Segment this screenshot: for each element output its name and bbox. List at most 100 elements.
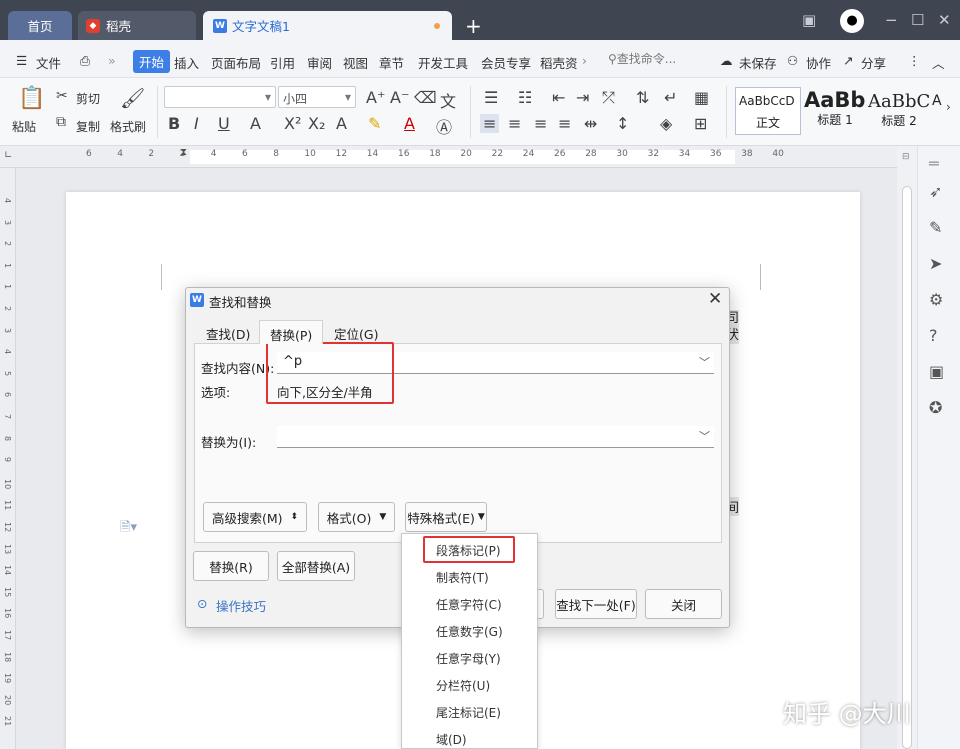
split-view-icon[interactable]: ⊟ (902, 152, 910, 162)
outdent-icon[interactable]: ⇤ (552, 88, 565, 107)
replace-all-button[interactable]: 全部替换(A) (277, 551, 355, 581)
style-heading-2[interactable]: AaBbC 标题 2 (867, 87, 931, 135)
table-icon[interactable]: ▦ (694, 88, 709, 107)
menu-reference[interactable]: 引用 (270, 53, 295, 72)
command-search[interactable]: ⚲查找命令... (608, 50, 676, 70)
menu-chapter[interactable]: 章节 (379, 53, 404, 72)
paragraph-handle-icon[interactable]: 🗎▾ (120, 518, 137, 540)
subscript-icon[interactable]: X₂ (308, 114, 325, 133)
dialog-close-icon[interactable]: ✕ (708, 289, 722, 309)
badge-icon[interactable]: ✪ (929, 398, 942, 417)
replace-input[interactable]: ﹀ (277, 426, 714, 448)
shading-icon[interactable]: ◈ (660, 114, 672, 133)
menu-developer[interactable]: 开发工具 (418, 53, 468, 72)
tab-document[interactable]: W 文字文稿1 (203, 11, 452, 40)
text-effect-icon[interactable]: A (336, 114, 347, 133)
replace-history-chevron-icon[interactable]: ﹀ (699, 428, 710, 444)
cut-icon[interactable]: ✂ (56, 88, 68, 104)
menu-member[interactable]: 会员专享 (481, 53, 531, 72)
avatar[interactable]: ● (840, 9, 864, 33)
menu-item-endnote-mark[interactable]: 尾注标记(E) (436, 704, 501, 721)
new-tab-icon[interactable]: + (465, 14, 482, 38)
menu-file[interactable]: 文件 (36, 53, 61, 72)
menu-item-tab[interactable]: 制表符(T) (436, 569, 489, 586)
cursor-icon[interactable]: ➤ (929, 254, 942, 273)
tab-stop-icon[interactable]: ∟ (4, 150, 12, 161)
format-painter-icon[interactable]: 🖌 (120, 86, 145, 110)
number-list-icon[interactable]: ☷ (518, 88, 532, 107)
tab-home[interactable]: 首页 (8, 11, 72, 40)
align-center-icon[interactable]: ≡ (508, 114, 521, 133)
vertical-ruler[interactable]: 4 3 2 1 1 2 3 4 5 6 7 8 9 10 11 12 13 14 15 16 17 18 19 20 21 (0, 168, 16, 749)
scrollbar-thumb[interactable] (902, 186, 912, 749)
save-icon[interactable]: ⎙ (80, 53, 90, 69)
menu-item-any-digit[interactable]: 任意数字(G) (436, 623, 503, 640)
underline-icon[interactable]: U (218, 114, 230, 133)
copy-label[interactable]: 复制 (76, 118, 100, 135)
sort-icon[interactable]: ⇅ (636, 88, 649, 107)
menu-item-any-char[interactable]: 任意字符(C) (436, 596, 502, 613)
share-button[interactable]: 分享 (861, 53, 886, 72)
menu-scroll-icon[interactable]: › (582, 53, 587, 68)
menu-layout[interactable]: 页面布局 (211, 53, 261, 72)
menu-review[interactable]: 审阅 (307, 53, 332, 72)
style-next[interactable]: A (932, 87, 944, 135)
sliders-icon[interactable]: ⚙ (929, 290, 943, 309)
indent-icon[interactable]: ⇥ (576, 88, 589, 107)
indent-marker-icon[interactable]: ⧗ (180, 147, 187, 158)
clear-format-icon[interactable]: ⌫ (414, 88, 437, 107)
font-name-combo[interactable]: ▾ (164, 86, 276, 108)
window-layout-icon[interactable]: ▣ (802, 11, 816, 29)
bold-icon[interactable]: B (168, 114, 180, 133)
help-icon[interactable]: ? (929, 326, 938, 345)
align-left-icon[interactable]: ≡ (480, 114, 500, 133)
line-spacing-icon[interactable]: ↕ (616, 114, 629, 133)
unsaved-status[interactable]: 未保存 (739, 53, 777, 72)
menu-view[interactable]: 视图 (343, 53, 368, 72)
align-right-icon[interactable]: ≡ (534, 114, 547, 133)
minimize-icon[interactable]: − (885, 11, 898, 29)
menu-insert[interactable]: 插入 (174, 53, 199, 72)
sidebar-drag-icon[interactable]: ═ (929, 154, 939, 173)
highlight-icon[interactable]: ✎ (368, 114, 381, 133)
justify-icon[interactable]: ≡ (558, 114, 571, 133)
rocket-icon[interactable]: ➶ (929, 182, 942, 201)
find-next-button[interactable]: 查找下一处(F) (555, 589, 637, 619)
tab-goto[interactable]: 定位(G) (324, 320, 388, 344)
find-history-chevron-icon[interactable]: ﹀ (699, 354, 710, 370)
phonetic-icon[interactable]: 文 (440, 88, 456, 112)
close-window-icon[interactable]: ✕ (938, 11, 951, 29)
advanced-search-button[interactable]: 高级搜索(M) ⬍ (203, 502, 307, 532)
border-icon[interactable]: ⊞ (694, 114, 707, 133)
paste-icon[interactable]: 📋 (18, 86, 45, 111)
cut-label[interactable]: 剪切 (76, 90, 100, 107)
menu-item-any-letter[interactable]: 任意字母(Y) (436, 650, 501, 667)
special-format-button[interactable]: 特殊格式(E) ▼ (405, 502, 487, 532)
menu-daoke[interactable]: 稻壳资 (540, 53, 578, 72)
bullet-list-icon[interactable]: ☰ (484, 88, 498, 107)
strikethrough-icon[interactable]: A (250, 114, 261, 133)
image-icon[interactable]: ▣ (929, 362, 944, 381)
tab-daoke[interactable]: ◆ 稻壳 (78, 11, 196, 40)
superscript-icon[interactable]: X² (284, 114, 301, 133)
hamburger-icon[interactable]: ☰ (16, 53, 27, 68)
tab-find[interactable]: 查找(D) (196, 320, 260, 344)
menu-item-field[interactable]: 域(D) (436, 731, 467, 748)
style-heading-1[interactable]: AaBb 标题 1 (803, 87, 867, 135)
collapse-ribbon-icon[interactable]: ︿ (932, 53, 945, 72)
pen-icon[interactable]: ✎ (929, 218, 942, 237)
menu-item-column-break[interactable]: 分栏符(U) (436, 677, 490, 694)
chinese-layout-icon[interactable]: ⤱ (602, 88, 615, 108)
close-button[interactable]: 关闭 (645, 589, 722, 619)
maximize-icon[interactable]: ☐ (911, 11, 924, 29)
distributed-icon[interactable]: ⇹ (584, 114, 597, 133)
grow-font-icon[interactable]: A⁺ (366, 88, 385, 107)
copy-icon[interactable]: ⧉ (56, 114, 66, 130)
replace-button[interactable]: 替换(R) (193, 551, 269, 581)
tips-link[interactable]: 操作技巧 (216, 596, 266, 615)
show-marks-icon[interactable]: ↵ (664, 88, 677, 107)
menu-start[interactable]: 开始 (133, 50, 171, 73)
char-border-icon[interactable]: Ⓐ (436, 114, 452, 138)
tab-replace[interactable]: 替换(P) (259, 320, 324, 344)
italic-icon[interactable]: I (194, 114, 199, 133)
